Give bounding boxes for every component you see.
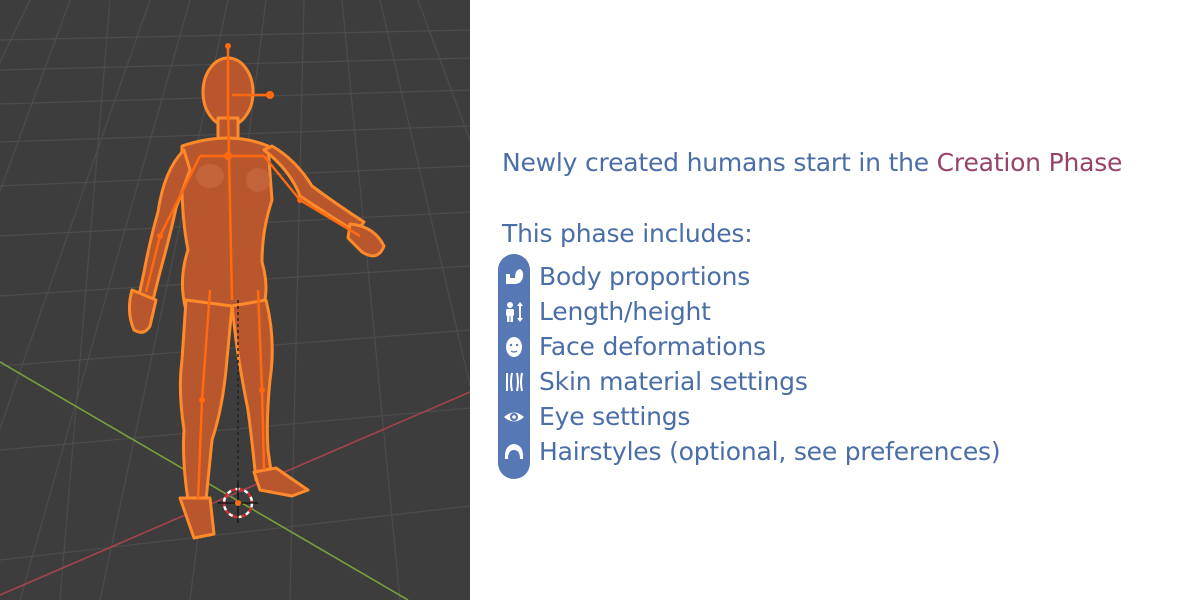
hair-icon [498, 434, 530, 469]
feature-label: Skin material settings [539, 367, 808, 396]
eye-icon [498, 399, 530, 434]
info-panel: Newly created humans start in the Creati… [470, 0, 1200, 600]
list-item-face-deformations: Face deformations [498, 329, 1000, 364]
subheading: This phase includes: [502, 219, 753, 248]
feature-label: Hairstyles (optional, see preferences) [539, 437, 1001, 466]
list-item-hairstyles: Hairstyles (optional, see preferences) [498, 434, 1001, 469]
face-icon [498, 329, 530, 364]
3d-viewport[interactable] [0, 0, 470, 600]
feature-label: Face deformations [539, 332, 766, 361]
flexed-arm-icon [498, 259, 530, 294]
feature-label: Length/height [539, 297, 711, 326]
human-model[interactable] [127, 43, 386, 540]
list-item-length-height: Length/height [498, 294, 1000, 329]
list-item-body-proportions: Body proportions [498, 259, 1000, 294]
list-item-eye-settings: Eye settings [498, 399, 1000, 434]
headline: Newly created humans start in the Creati… [502, 148, 1122, 177]
feature-label: Eye settings [539, 402, 691, 431]
feature-label: Body proportions [539, 262, 751, 291]
skin-strands-icon [498, 364, 530, 399]
tutorial-slide: Newly created humans start in the Creati… [0, 0, 1200, 600]
height-person-icon [498, 294, 530, 329]
list-item-skin-material: Skin material settings [498, 364, 1000, 399]
viewport-canvas [0, 0, 470, 600]
3d-cursor[interactable] [218, 483, 258, 523]
headline-highlight: Creation Phase [936, 148, 1123, 177]
headline-prefix: Newly created humans start in the [502, 148, 937, 177]
feature-list: Body proportions Length/height Face defo… [498, 259, 1001, 469]
